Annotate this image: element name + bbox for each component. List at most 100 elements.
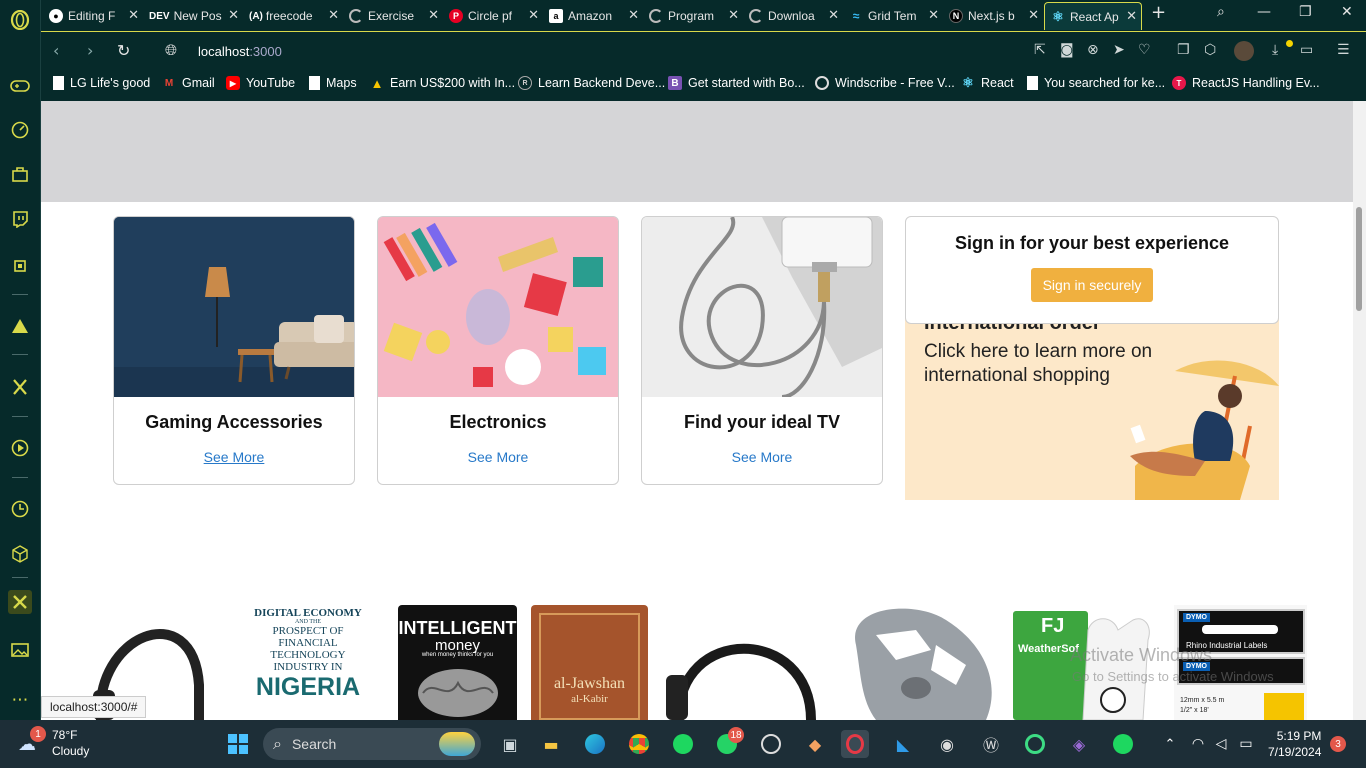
bookmark-windscribe[interactable]: Windscribe - Free V... xyxy=(815,76,955,90)
battery-saver-icon[interactable]: ▭ xyxy=(1300,42,1313,58)
maximize-icon[interactable]: ❐ xyxy=(1299,4,1312,20)
bookmark-reactjs-events[interactable]: T ReactJS Handling Ev... xyxy=(1172,76,1320,90)
more-icon[interactable]: ⋯ xyxy=(8,688,32,712)
task-view-icon[interactable]: ▣ xyxy=(496,730,524,758)
edge-icon[interactable] xyxy=(581,730,609,758)
aria-ai-icon[interactable] xyxy=(8,314,32,338)
bookmark-youtube[interactable]: ▶ YouTube xyxy=(226,76,295,90)
heart-icon[interactable]: ♡ xyxy=(1138,42,1151,58)
easy-setup-icon[interactable]: ☰ xyxy=(1337,42,1350,58)
chevron-up-icon[interactable]: ⌃ xyxy=(1156,730,1184,758)
volume-icon[interactable]: ◁ xyxy=(1207,730,1235,758)
page-scrollbar[interactable] xyxy=(1353,101,1366,720)
product-headphones-2[interactable] xyxy=(661,605,831,720)
close-icon[interactable]: ✕ xyxy=(528,8,539,23)
twitch-icon[interactable] xyxy=(8,207,32,231)
see-more-link[interactable]: See More xyxy=(114,449,354,465)
bookmark-backend[interactable]: R Learn Backend Deve... xyxy=(518,76,665,90)
bookmark-maps[interactable]: Maps xyxy=(309,76,357,90)
bookmark-gmail[interactable]: M Gmail xyxy=(162,76,215,90)
tab-editing[interactable]: ● Editing F ✕ xyxy=(43,2,143,30)
camera-icon[interactable]: ◙ xyxy=(1060,42,1074,58)
extension-icon[interactable] xyxy=(8,590,32,614)
see-more-link[interactable]: See More xyxy=(642,449,882,465)
product-book-al-jawshan[interactable]: al-Jawshan al-Kabir xyxy=(531,605,648,720)
bookmark-search[interactable]: You searched for ke... xyxy=(1027,76,1165,90)
gallery-icon[interactable] xyxy=(8,638,32,662)
notifications-badge[interactable]: 3 xyxy=(1330,736,1346,752)
taskbar-clock[interactable]: 5:19 PM 7/19/2024 xyxy=(1268,728,1321,760)
bookmark-react[interactable]: ⚛ React xyxy=(961,75,1013,90)
search-tabs-icon[interactable]: ⌕ xyxy=(1217,4,1225,20)
close-icon[interactable]: ✕ xyxy=(228,8,239,23)
tab-freecodecamp[interactable]: (A) freecode ✕ xyxy=(243,2,343,30)
battery-icon[interactable]: ▭ xyxy=(1232,730,1260,758)
tab-program[interactable]: Program ✕ xyxy=(643,2,743,30)
back-icon[interactable]: ‹ xyxy=(53,41,59,60)
forward-icon[interactable]: › xyxy=(87,41,93,60)
tab-react-app[interactable]: ⚛ React Ap ✕ xyxy=(1044,2,1142,30)
minimize-icon[interactable]: — xyxy=(1257,4,1271,20)
reload-icon[interactable]: ↻ xyxy=(117,41,130,60)
speedometer-icon[interactable] xyxy=(8,118,32,142)
bookmark-lg[interactable]: LG Life's good xyxy=(53,76,150,90)
wordpress-icon[interactable]: Ⓦ xyxy=(977,730,1005,758)
vscode-icon[interactable]: ◣ xyxy=(889,730,917,758)
media-player-icon[interactable] xyxy=(757,730,785,758)
obs-icon[interactable]: ◉ xyxy=(933,730,961,758)
x-twitter-icon[interactable] xyxy=(8,375,32,399)
close-icon[interactable]: ✕ xyxy=(728,8,739,23)
opera-taskbar-icon[interactable] xyxy=(841,730,869,758)
bag-icon[interactable] xyxy=(8,162,32,186)
close-icon[interactable]: ✕ xyxy=(128,8,139,23)
cube-icon[interactable]: ⬡ xyxy=(1204,42,1216,58)
bookmark-bootstrap[interactable]: B Get started with Bo... xyxy=(668,76,805,90)
product-book-intelligent-money[interactable]: INTELLIGENT money when money thinks for … xyxy=(398,605,517,720)
tab-exercise[interactable]: Exercise ✕ xyxy=(343,2,443,30)
git-icon[interactable]: ◆ xyxy=(801,730,829,758)
spotify-icon[interactable] xyxy=(669,730,697,758)
bookmark-earn[interactable]: ▲ Earn US$200 with In... xyxy=(370,76,516,91)
chip-icon[interactable] xyxy=(8,254,32,278)
tab-pinterest[interactable]: P Circle pf ✕ xyxy=(443,2,543,30)
tab-download[interactable]: Downloa ✕ xyxy=(743,2,843,30)
tab-dev[interactable]: DEV New Pos ✕ xyxy=(143,2,243,30)
tracker-blocker-icon[interactable]: ⊗ xyxy=(1087,42,1099,58)
spotify-icon-2[interactable] xyxy=(1109,730,1137,758)
product-book-digital-economy[interactable]: DIGITAL ECONOMY AND THE PROSPECT OF FINA… xyxy=(238,605,378,720)
close-icon[interactable]: ✕ xyxy=(328,8,339,23)
close-icon[interactable]: ✕ xyxy=(1028,8,1039,23)
chrome-icon[interactable] xyxy=(625,730,653,758)
product-bike-pedal-cleat[interactable] xyxy=(836,605,1001,720)
close-icon[interactable]: ✕ xyxy=(828,8,839,23)
history-icon[interactable] xyxy=(8,497,32,521)
tab-nextjs[interactable]: N Next.js b ✕ xyxy=(943,2,1043,30)
see-more-link[interactable]: See More xyxy=(378,449,618,465)
file-explorer-icon[interactable]: ▬ xyxy=(537,730,565,758)
scrollbar-thumb[interactable] xyxy=(1356,207,1362,311)
player-icon[interactable] xyxy=(8,436,32,460)
opera-logo-icon[interactable] xyxy=(8,8,32,32)
window-close-icon[interactable]: ✕ xyxy=(1341,4,1353,20)
close-icon[interactable]: ✕ xyxy=(1126,9,1137,24)
profile-avatar[interactable] xyxy=(1234,41,1254,61)
send-icon[interactable]: ➤ xyxy=(1113,42,1125,58)
copy-icon[interactable]: ❐ xyxy=(1177,42,1190,58)
tab-grid[interactable]: ≈ Grid Tem ✕ xyxy=(843,2,943,30)
close-icon[interactable]: ✕ xyxy=(628,8,639,23)
cube-icon[interactable] xyxy=(8,542,32,566)
international-shopping-banner[interactable]: International order Click here to learn … xyxy=(905,316,1279,500)
tab-amazon[interactable]: a Amazon ✕ xyxy=(543,2,643,30)
visual-studio-icon[interactable]: ◈ xyxy=(1065,730,1093,758)
circle-app-icon[interactable] xyxy=(1021,730,1049,758)
close-icon[interactable]: ✕ xyxy=(928,8,939,23)
download-icon[interactable]: ⤓ xyxy=(1272,42,1278,58)
url-field[interactable]: localhost:3000 xyxy=(198,44,282,59)
taskbar-search[interactable]: ⌕ Search xyxy=(263,728,481,760)
new-tab-icon[interactable]: + xyxy=(1151,2,1166,23)
close-icon[interactable]: ✕ xyxy=(428,8,439,23)
share-icon[interactable]: ⇱ xyxy=(1034,42,1046,58)
signin-button[interactable]: Sign in securely xyxy=(1030,268,1154,302)
windows-start-icon[interactable] xyxy=(224,730,252,758)
gamepad-icon[interactable] xyxy=(8,74,32,98)
